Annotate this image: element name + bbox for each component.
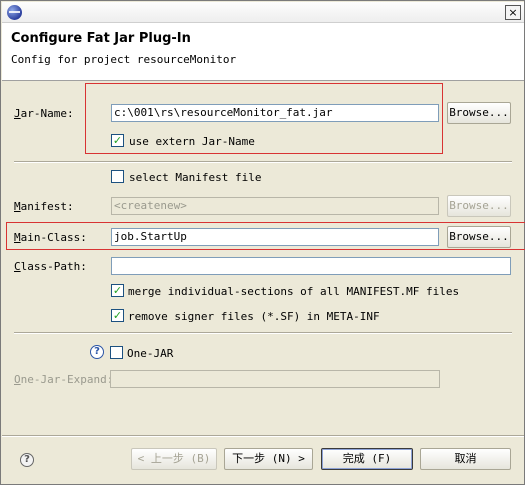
close-icon[interactable]: × bbox=[505, 5, 521, 20]
jar-name-label: Jar-Name: bbox=[14, 107, 74, 120]
class-path-input[interactable] bbox=[111, 257, 511, 275]
back-button[interactable]: < 上一步 (B) bbox=[131, 448, 217, 470]
one-jar-label: One-JAR bbox=[127, 347, 174, 360]
dialog-window: × Configure Fat Jar Plug-In Config for p… bbox=[0, 0, 525, 485]
dialog-header: Configure Fat Jar Plug-In Config for pro… bbox=[2, 23, 524, 81]
help-icon[interactable]: ? bbox=[20, 453, 34, 467]
separator bbox=[14, 161, 512, 163]
separator bbox=[14, 332, 512, 334]
remove-signer-label: remove signer files (*.SF) in META-INF bbox=[128, 310, 380, 323]
help-icon[interactable]: ? bbox=[90, 345, 104, 359]
highlight-main-class bbox=[6, 222, 525, 250]
class-path-label: Class-Path: bbox=[14, 260, 87, 273]
one-jar-expand-input[interactable] bbox=[110, 370, 440, 388]
page-title: Configure Fat Jar Plug-In bbox=[11, 31, 191, 46]
one-jar-expand-label: One-Jar-Expand: bbox=[14, 373, 114, 386]
manifest-label: Manifest: bbox=[14, 200, 74, 213]
next-button[interactable]: 下一步 (N) > bbox=[224, 448, 313, 470]
select-manifest-checkbox[interactable] bbox=[111, 170, 124, 183]
one-jar-checkbox[interactable] bbox=[110, 346, 123, 359]
page-subtitle: Config for project resourceMonitor bbox=[11, 53, 237, 66]
jar-name-browse-button[interactable]: Browse... bbox=[447, 102, 511, 124]
merge-manifest-label: merge individual-sections of all MANIFES… bbox=[128, 285, 460, 298]
finish-button[interactable]: 完成 (F) bbox=[321, 448, 413, 470]
remove-signer-checkbox[interactable]: ✓ bbox=[111, 309, 124, 322]
footer-separator bbox=[2, 435, 524, 437]
cancel-button[interactable]: 取消 bbox=[420, 448, 511, 470]
manifest-input[interactable]: <createnew> bbox=[111, 197, 439, 215]
merge-manifest-checkbox[interactable]: ✓ bbox=[111, 284, 124, 297]
highlight-jar-name bbox=[85, 83, 443, 154]
title-bar: × bbox=[2, 2, 524, 23]
eclipse-icon bbox=[7, 5, 22, 20]
select-manifest-label: select Manifest file bbox=[129, 171, 262, 184]
manifest-browse-button[interactable]: Browse... bbox=[447, 195, 511, 217]
